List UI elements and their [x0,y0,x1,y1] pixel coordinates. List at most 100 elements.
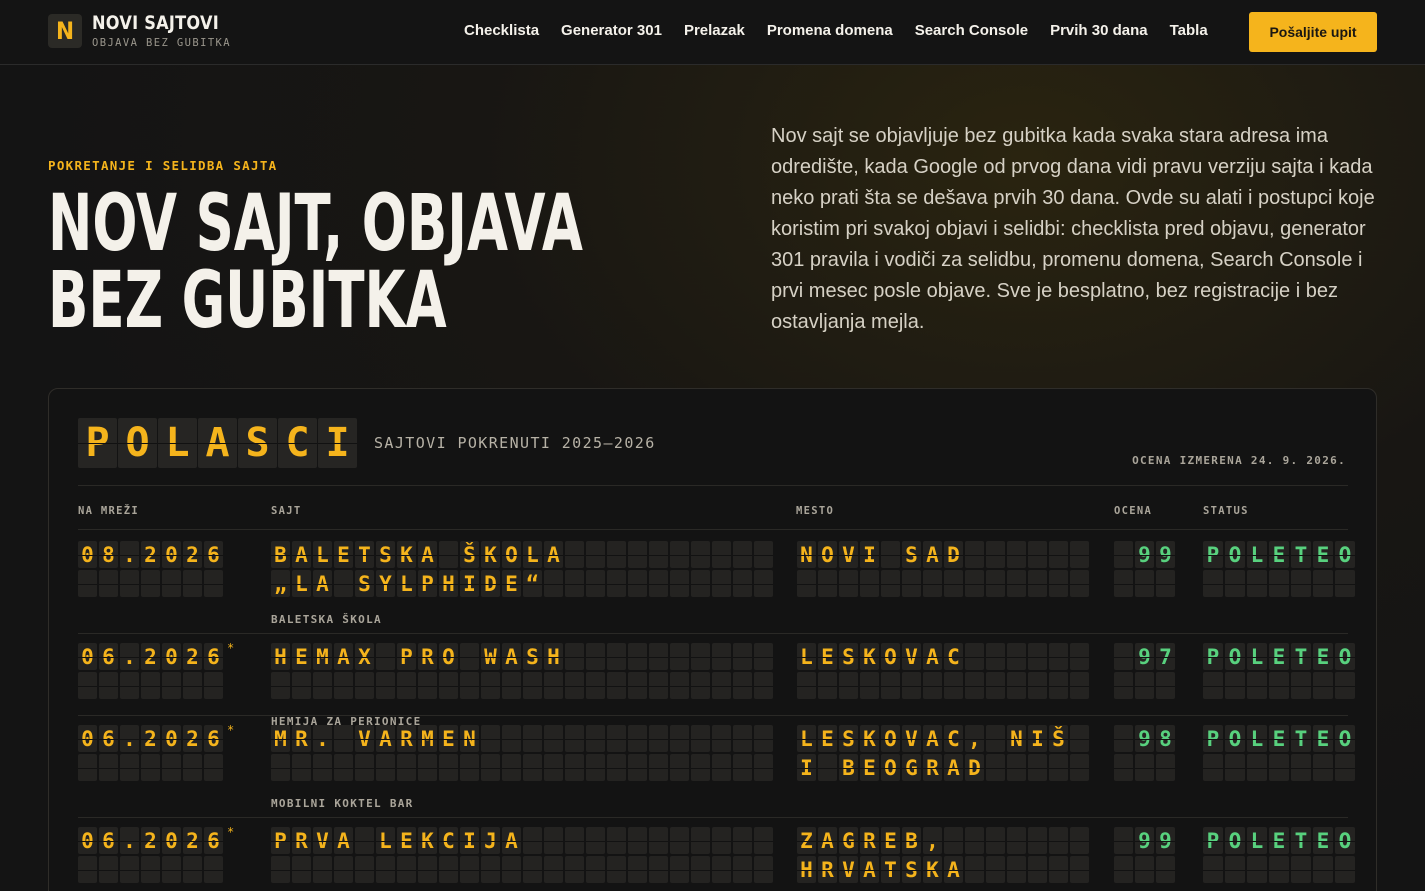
flap-cell: 6 [204,725,223,752]
flap-cell [1070,643,1089,670]
flap-cell [544,725,563,752]
col-header-place: MESTO [796,505,835,517]
flap-cell [1135,754,1154,781]
flap-cell: O [1225,541,1245,568]
flap-cell [1114,541,1133,568]
flap-cell [162,856,181,883]
flap-cell: V [313,827,332,854]
flap-cell: 2 [183,725,202,752]
flap-cell: O [1225,725,1245,752]
brand-tagline: OBJAVA BEZ GUBITKA [92,37,231,49]
flap-cell [586,754,605,781]
flap-cell: P [397,643,416,670]
flap-cell [397,754,416,781]
flap-cell: C [944,725,963,752]
flap-cell [628,643,647,670]
nav-promena-domena[interactable]: Promena domena [767,22,893,39]
flap-cell [754,754,773,781]
flap-cell: 0 [162,725,181,752]
flap-cell [1114,570,1133,597]
flap-cell: T [881,856,900,883]
flap-cell: B [271,541,290,568]
nav-prvih-30-dana[interactable]: Prvih 30 dana [1050,22,1148,39]
flap-cell: A [923,643,942,670]
flap-cell [691,643,710,670]
flap-cell [986,856,1005,883]
flap-cell [502,754,521,781]
flap-cell [418,672,437,699]
flap-cell [376,754,395,781]
flap-cell: A [944,856,963,883]
flap-cell: , [965,725,984,752]
flap-cell [544,672,563,699]
flap-cell [271,754,290,781]
send-inquiry-button[interactable]: Pošaljite upit [1249,12,1377,52]
flap-cell: G [839,827,858,854]
flap-cell: L [797,725,816,752]
flap-cell [712,672,731,699]
footnote-star: * [227,641,235,655]
flap-cell [1225,570,1245,597]
flap-cell: Y [376,570,395,597]
flap-cell [986,570,1005,597]
flap-cell: L [292,570,311,597]
flap-cell: Z [797,827,816,854]
flap-cell [1269,672,1289,699]
flap-cell [986,643,1005,670]
flap-cell [1313,672,1333,699]
flap-cell: N [797,541,816,568]
flap-cell [1156,856,1175,883]
flap-cell: 2 [141,643,160,670]
brand-name[interactable]: NOVI SAJTOVI [92,12,219,34]
flap-cell [1028,856,1047,883]
flap-cell [523,856,542,883]
flap-cell: S [839,725,858,752]
flap-cell [1070,672,1089,699]
col-header-site: SAJT [271,505,302,517]
flap-cell: 0 [78,541,97,568]
status-flap: POLETEO [1203,725,1357,781]
nav-checklista[interactable]: Checklista [464,22,539,39]
flap-cell: 9 [1135,725,1154,752]
nav-prelazak[interactable]: Prelazak [684,22,745,39]
flap-cell [944,672,963,699]
flap-cell: I [860,541,879,568]
flap-cell [355,672,374,699]
date-flap: 06.2026 [78,827,225,883]
site-flap: B A L E T S K A Š K O L A „ L A S Y L P H I D E “ [271,541,775,597]
flap-cell [481,856,500,883]
flap-cell: T [1291,643,1311,670]
flap-cell: M [271,725,290,752]
flap-cell: R [818,856,837,883]
flap-cell [1114,725,1133,752]
flap-cell: 6 [204,541,223,568]
flap-cell [733,725,752,752]
flap-cell [691,541,710,568]
flap-cell [1028,827,1047,854]
flap-cell: A [818,827,837,854]
flap-cell [691,754,710,781]
flap-cell [481,725,500,752]
nav-search-console[interactable]: Search Console [915,22,1028,39]
flap-cell: . [313,725,332,752]
flap-cell [712,827,731,854]
flap-cell [1028,643,1047,670]
nav-tabla[interactable]: Tabla [1170,22,1208,39]
flap-cell [607,827,626,854]
flap-cell [860,672,879,699]
flap-cell: C [439,827,458,854]
flap-cell [881,570,900,597]
flap-cell [1070,754,1089,781]
flap-cell: L [313,541,332,568]
nav-generator-301[interactable]: Generator 301 [561,22,662,39]
flap-cell [670,725,689,752]
flap-cell: A [923,725,942,752]
flap-cell [1291,856,1311,883]
flap-cell [712,754,731,781]
logo-icon[interactable]: N [48,14,82,48]
flap-cell [754,570,773,597]
flap-cell [183,856,202,883]
flap-cell [965,570,984,597]
flap-cell [986,827,1005,854]
flap-cell [544,754,563,781]
